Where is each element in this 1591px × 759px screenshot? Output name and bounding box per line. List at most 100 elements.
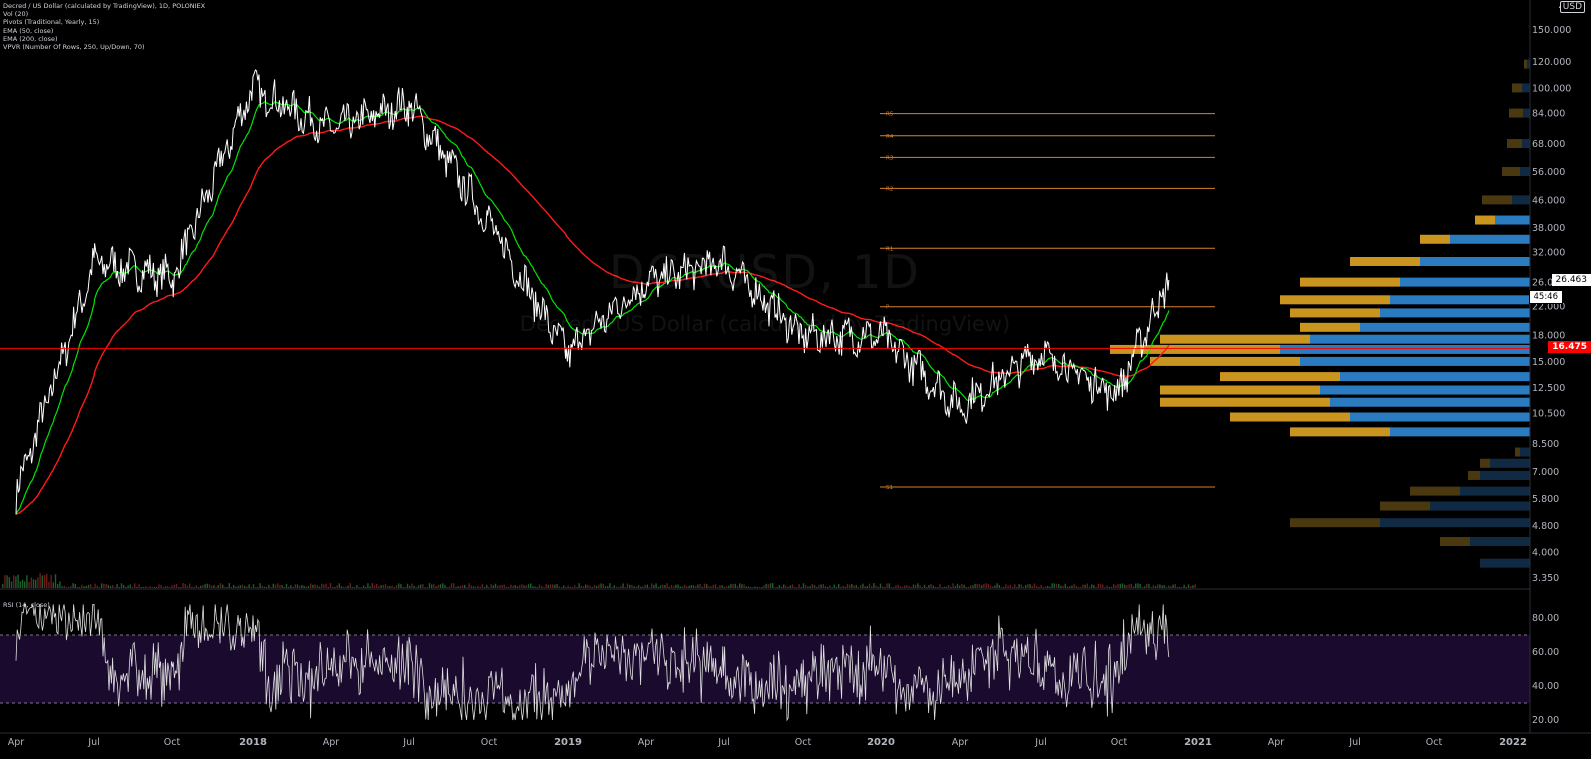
volume-bar: [1152, 585, 1154, 588]
volume-bar: [277, 583, 279, 588]
volume-bar: [789, 585, 791, 588]
volume-bar: [266, 587, 268, 588]
time-tick: 2022: [1499, 737, 1527, 748]
volume-bar: [448, 586, 450, 588]
volume-bar: [970, 585, 972, 588]
currency-button[interactable]: USD: [1559, 1, 1585, 13]
volume-bar: [1053, 583, 1055, 588]
volume-bar: [435, 586, 437, 588]
volume-bar: [648, 587, 651, 588]
volume-bar: [272, 583, 274, 588]
volume-bar: [123, 584, 125, 588]
volume-bar: [809, 586, 811, 588]
volume-bar: [541, 585, 543, 588]
volume-bar: [954, 586, 956, 588]
volume-bar: [112, 585, 114, 588]
volume-bar: [796, 587, 798, 588]
volume-bar: [305, 586, 307, 588]
volume-bar: [1146, 583, 1148, 588]
volume-bar: [747, 586, 750, 588]
volume-bar: [76, 587, 79, 588]
volume-bar: [787, 587, 789, 588]
volume-bar: [882, 586, 884, 588]
volume-bar: [838, 584, 840, 588]
volume-bar: [721, 585, 723, 588]
time-tick: Oct: [1111, 737, 1128, 748]
volume-bar: [519, 585, 521, 588]
volume-bar: [129, 584, 131, 588]
volume-bar: [745, 586, 747, 588]
volume-bar: [202, 585, 204, 588]
legend-ema200: EMA (200, close): [3, 34, 58, 43]
time-tick: 2018: [239, 737, 267, 748]
volume-bar: [208, 584, 211, 588]
volume-bar: [48, 581, 50, 588]
volume-bar: [776, 587, 778, 588]
vpvr-down-bar: [1290, 518, 1380, 528]
volume-bar: [101, 583, 103, 588]
volume-bar: [525, 585, 527, 588]
time-tick: Oct: [164, 737, 181, 748]
volume-bar: [752, 587, 754, 588]
volume-bar: [1088, 586, 1091, 588]
volume-bar: [510, 584, 512, 588]
volume-bar: [1117, 584, 1119, 588]
volume-bar: [127, 585, 129, 588]
volume-bar: [340, 585, 343, 588]
volume-bar: [169, 587, 171, 588]
price-tick: 12.500: [1532, 383, 1565, 394]
volume-bar: [54, 574, 57, 588]
volume-bar: [248, 584, 250, 588]
volume-bar: [261, 585, 263, 588]
volume-bar: [382, 584, 384, 588]
volume-bar: [387, 586, 389, 588]
volume-bar: [543, 587, 545, 588]
volume-bar: [125, 587, 127, 588]
vpvr-down-bar: [1480, 458, 1490, 468]
volume-bar: [842, 585, 844, 588]
volume-bar: [1126, 585, 1128, 588]
volume-bar: [422, 584, 424, 588]
volume-bar: [402, 587, 404, 588]
volume-bar: [805, 584, 807, 588]
volume-bar: [316, 585, 318, 588]
volume-bar: [635, 586, 637, 588]
volume-bar: [765, 583, 767, 588]
volume-bar: [1075, 585, 1077, 588]
volume-bar: [369, 586, 371, 588]
volume-bar: [1051, 583, 1053, 588]
volume-bar: [965, 587, 967, 588]
volume-bar: [547, 584, 549, 588]
volume-bar: [334, 587, 336, 588]
volume-bar: [475, 586, 477, 588]
volume-bar: [195, 585, 197, 588]
volume-bar: [893, 587, 895, 588]
volume-bar: [697, 584, 699, 588]
time-tick: Apr: [638, 737, 655, 748]
volume-bar: [618, 587, 620, 588]
volume-bar: [1036, 586, 1038, 588]
volume-bar: [464, 584, 466, 588]
volume-bar: [472, 586, 475, 588]
volume-bar: [785, 585, 787, 588]
watermark-description: Decred / US Dollar (calculated by Tradin…: [519, 312, 1011, 336]
price-tick: 84.000: [1532, 109, 1565, 120]
volume-bar: [862, 583, 864, 588]
trading-chart[interactable]: R5R4R3R2R1PS1 150.000120.000100.00084.00…: [0, 0, 1591, 759]
volume-bar: [63, 585, 65, 588]
volume-bar: [963, 584, 965, 588]
volume-bar: [644, 584, 646, 588]
volume-bar: [928, 584, 930, 588]
volume-bar: [307, 585, 310, 588]
pivot-r3-label: R3: [886, 155, 894, 161]
volume-bar: [915, 584, 917, 588]
volume-bar: [30, 577, 32, 588]
volume-bar: [175, 583, 178, 588]
vpvr-down-bar: [1380, 501, 1430, 511]
price-tick: 38.000: [1532, 223, 1565, 234]
volume-bar: [1093, 584, 1095, 588]
volume-bar: [140, 587, 142, 588]
volume-bar: [492, 585, 494, 588]
volume-bar: [39, 572, 41, 588]
volume-bar: [708, 586, 710, 588]
